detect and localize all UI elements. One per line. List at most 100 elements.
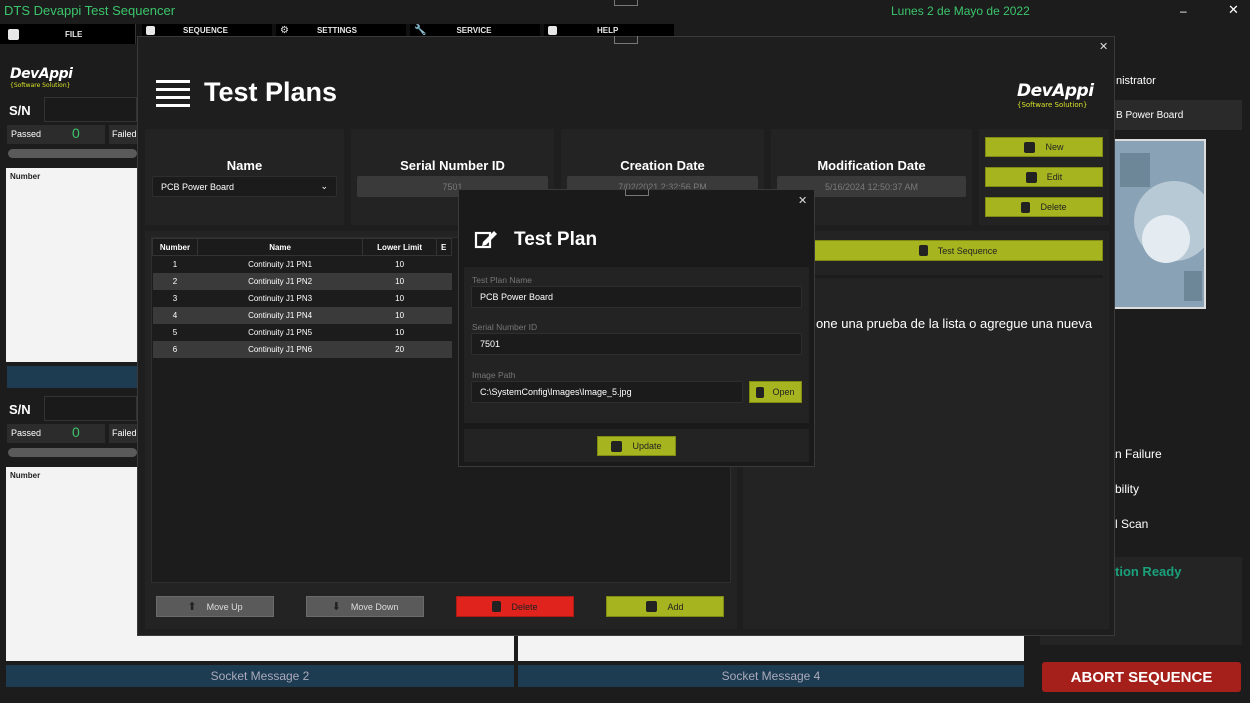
document-icon: [918, 245, 928, 256]
test-plans-close-icon[interactable]: ✕: [1099, 40, 1108, 53]
test-plans-drag-handle[interactable]: [614, 36, 638, 44]
table-row[interactable]: 4 Continuity J1 PN4 10: [152, 306, 452, 324]
socket-message-bar-1: [7, 366, 137, 388]
abort-sequence-button[interactable]: ABORT SEQUENCE: [1042, 662, 1241, 692]
menu-help[interactable]: HELP: [544, 24, 674, 36]
sn-label-1: S/N: [9, 103, 31, 118]
left-brand-logo: DevAppi {Software Solution}: [10, 66, 73, 89]
edit-icon: [1025, 171, 1037, 183]
row-lower-limit: 10: [395, 327, 405, 337]
socket-message-2: Socket Message 2: [6, 665, 514, 687]
test-plans-title: Test Plans: [204, 77, 338, 107]
plan-name-input[interactable]: PCB Power Board: [471, 286, 802, 308]
row-extra: [437, 307, 452, 324]
hamburger-icon[interactable]: [156, 80, 190, 108]
arrow-up-icon: ⬆: [187, 601, 197, 613]
row-lower-limit: 10: [395, 293, 405, 303]
row-extra: [437, 324, 452, 341]
sequence-icon: [146, 25, 155, 35]
passed-label-1: Passed: [11, 129, 42, 139]
test-sequence-button[interactable]: Test Sequence: [813, 240, 1103, 261]
passed-count-2: 0: [72, 424, 80, 440]
new-button[interactable]: New: [985, 137, 1103, 157]
move-down-button[interactable]: ⬇ Move Down: [306, 596, 424, 617]
failed-label-1: Failed: [112, 129, 137, 139]
trash-icon: [492, 601, 502, 612]
passed-count-1: 0: [72, 125, 80, 141]
row-name: Continuity J1 PN1: [248, 259, 313, 269]
name-dropdown[interactable]: PCB Power Board ⌄: [152, 176, 337, 197]
col-lower-limit: Lower Limit: [362, 238, 437, 256]
table-row[interactable]: 2 Continuity J1 PN2 10: [152, 272, 452, 290]
serial-id-label: Serial Number ID: [472, 322, 538, 332]
menu-service[interactable]: 🔧 SERVICE: [410, 24, 540, 36]
option-failure[interactable]: n Failure: [1115, 447, 1162, 461]
table-row[interactable]: 6 Continuity J1 PN6 20: [152, 340, 452, 358]
pcb-image-graphic: [1114, 141, 1204, 307]
row-number: 6: [172, 344, 178, 354]
test-plans-brand-logo: DevAppi {Software Solution}: [1017, 81, 1094, 109]
progress-bar-1: [8, 149, 137, 158]
table-row[interactable]: 5 Continuity J1 PN5 10: [152, 323, 452, 341]
row-lower-limit: 10: [395, 259, 405, 269]
socket-message-4: Socket Message 4: [518, 665, 1024, 687]
image-path-label: Image Path: [472, 370, 516, 380]
menu-settings[interactable]: ⚙ SETTINGS: [276, 24, 406, 36]
row-extra: [437, 290, 452, 307]
add-row-button[interactable]: Add: [606, 596, 724, 617]
select-test-message: [813, 275, 1103, 278]
dialog-drag-handle[interactable]: [625, 189, 649, 196]
table-row[interactable]: 3 Continuity J1 PN3 10: [152, 289, 452, 307]
row-name: Continuity J1 PN5: [248, 327, 313, 337]
row-extra: [437, 341, 452, 358]
select-test-hint: one una prueba de la lista o agregue una…: [815, 316, 1093, 331]
row-name: Continuity J1 PN3: [248, 293, 313, 303]
sn-field-1[interactable]: [44, 97, 137, 122]
trash-icon: [1021, 201, 1031, 213]
arrow-down-icon: ⬇: [331, 601, 341, 613]
menu-file[interactable]: FILE: [0, 24, 136, 44]
test-steps-table: Number Name Lower Limit E 1 Continuity J1…: [152, 238, 452, 358]
row-name: Continuity J1 PN2: [248, 276, 313, 286]
sn-field-2[interactable]: [44, 396, 137, 421]
open-button[interactable]: Open: [749, 381, 802, 403]
image-path-input[interactable]: C:\SystemConfig\Images\Image_5.jpg: [471, 381, 743, 403]
plan-selector[interactable]: B Power Board: [1108, 100, 1242, 130]
row-extra: [437, 256, 452, 273]
serial-header: Serial Number ID: [400, 158, 505, 173]
results-list-4[interactable]: [518, 636, 1024, 661]
drag-handle[interactable]: [614, 0, 638, 6]
delete-row-button[interactable]: Delete: [456, 596, 574, 617]
row-number: 1: [172, 259, 178, 269]
plus-icon: [646, 601, 658, 612]
passed-label-2: Passed: [11, 428, 42, 438]
minimize-button[interactable]: –: [1180, 4, 1194, 18]
plus-icon: [1024, 141, 1036, 153]
modified-header: Modification Date: [817, 158, 926, 173]
col-number: Number: [152, 238, 198, 256]
menu-sequence[interactable]: SEQUENCE: [142, 24, 272, 36]
delete-plan-button[interactable]: Delete: [985, 197, 1103, 217]
gear-icon: ⚙: [280, 24, 289, 36]
table-row[interactable]: 1 Continuity J1 PN1 10: [152, 255, 452, 273]
option-scan[interactable]: l Scan: [1115, 517, 1148, 531]
wrench-icon: 🔧: [414, 24, 427, 36]
update-button[interactable]: Update: [597, 436, 676, 456]
results-list-1[interactable]: Number: [6, 168, 137, 362]
move-up-button[interactable]: ⬆ Move Up: [156, 596, 274, 617]
file-open-icon: [756, 386, 765, 398]
created-header: Creation Date: [620, 158, 705, 173]
col-extra: E: [436, 238, 452, 256]
option-stability[interactable]: bility: [1115, 482, 1139, 496]
station-status: tion Ready: [1115, 564, 1182, 579]
app-title: DTS Devappi Test Sequencer: [4, 3, 176, 18]
help-icon: [548, 25, 557, 35]
dialog-close-icon[interactable]: ✕: [798, 194, 807, 207]
edit-button[interactable]: Edit: [985, 167, 1103, 187]
serial-id-input[interactable]: 7501: [471, 333, 802, 355]
plan-name-label: Test Plan Name: [472, 275, 532, 285]
close-app-icon[interactable]: ✕: [1228, 2, 1239, 18]
failed-label-2: Failed: [112, 428, 137, 438]
col-name: Name: [196, 238, 364, 256]
row-number: 4: [172, 310, 178, 320]
